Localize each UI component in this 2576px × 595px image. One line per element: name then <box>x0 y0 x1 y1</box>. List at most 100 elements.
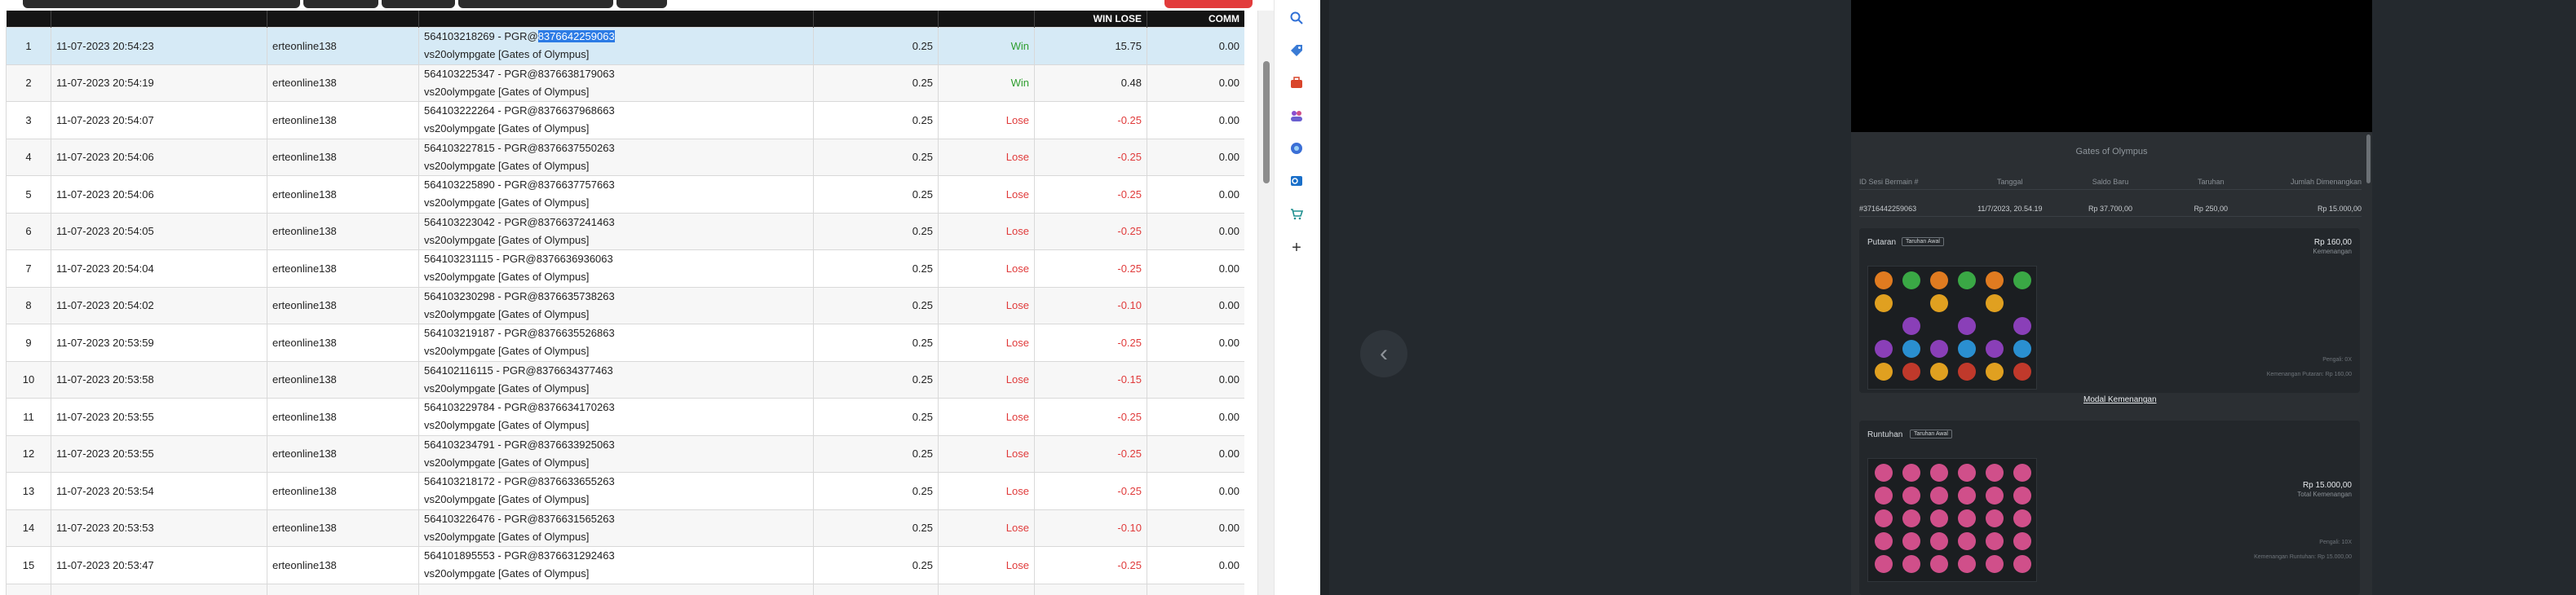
scrollbar-thumb[interactable] <box>1263 61 1270 183</box>
result-cell: Lose <box>938 138 1035 176</box>
table-row[interactable]: 14 11-07-2023 20:53:53 erteonline138 564103… <box>6 509 1244 547</box>
game-name: vs20olympgate [Gates of Olympus] <box>424 122 590 135</box>
result-cell: Lose <box>938 249 1035 288</box>
game-result-panel: Gates of Olympus ID Sesi Bermain # Tangg… <box>1851 0 2372 595</box>
table-row[interactable]: 7 11-07-2023 20:54:04 erteonline138 5641032… <box>6 249 1244 288</box>
table-row[interactable]: 5 11-07-2023 20:54:06 erteonline138 5641032… <box>6 175 1244 214</box>
table-row[interactable]: 8 11-07-2023 20:54:02 erteonline138 5641032… <box>6 286 1244 324</box>
top-toolbar-strip <box>0 0 1274 8</box>
chevron-left-icon[interactable]: ‹ <box>1360 330 1407 377</box>
table-row[interactable]: 6 11-07-2023 20:54:05 erteonline138 5641032… <box>6 212 1244 250</box>
transaction-id: 564103222264 - PGR@8376637968663 <box>424 102 808 120</box>
column-header[interactable]: COMM <box>1147 11 1244 28</box>
transaction-id-text: 564103219187 - PGR@8376635526863 <box>424 327 615 340</box>
slot-symbol-icon <box>1902 464 1920 482</box>
history-cell: Rp 15.000,00 <box>2317 205 2362 213</box>
commission-cell: 0.00 <box>1147 509 1244 547</box>
datetime-cell: 11-07-2023 20:53:54 <box>51 472 267 510</box>
row-number: 2 <box>6 64 51 102</box>
table-row[interactable]: 11 11-07-2023 20:53:55 erteonline138 564103… <box>6 398 1244 436</box>
toolbar-button[interactable] <box>303 0 378 8</box>
table-row[interactable]: 1 11-07-2023 20:54:23 erteonline138 5641032… <box>6 27 1244 65</box>
table-row[interactable]: 15 11-07-2023 20:53:47 erteonline138 564101… <box>6 546 1244 584</box>
bet-cell: 0.25 <box>813 27 939 65</box>
transaction-id: 564101895553 - PGR@8376631292463 <box>424 547 808 565</box>
transaction-id-text: 564103222264 - PGR@8376637968663 <box>424 104 615 117</box>
column-header[interactable] <box>418 11 814 28</box>
row-number: 12 <box>6 434 51 473</box>
tumble-title: Runtuhan <box>1867 430 1903 439</box>
username-cell: erteonline138 <box>267 212 419 250</box>
red-action-button[interactable] <box>1164 0 1253 8</box>
toolbar-button[interactable] <box>382 0 455 8</box>
table-row[interactable]: 2 11-07-2023 20:54:19 erteonline138 5641032… <box>6 64 1244 102</box>
slot-symbol-icon <box>1875 532 1893 550</box>
result-cell: Lose <box>938 398 1035 436</box>
transaction-id: 564103218269 - PGR@8376642259063 <box>424 28 808 46</box>
column-header[interactable] <box>267 11 419 28</box>
toolbar-button[interactable] <box>616 0 667 8</box>
game-name: vs20olympgate [Gates of Olympus] <box>424 159 590 172</box>
commission-cell: 0.00 <box>1147 212 1244 250</box>
spin-section: Putaran Taruhan Awal Rp 160,00 Kemenanga… <box>1859 228 2360 404</box>
column-header[interactable] <box>813 11 939 28</box>
table-row[interactable]: 12 11-07-2023 20:53:55 erteonline138 564103… <box>6 434 1244 473</box>
game-name: vs20olympgate [Gates of Olympus] <box>424 233 590 246</box>
panel-scrollbar[interactable] <box>2366 134 2371 183</box>
column-header[interactable] <box>51 11 267 28</box>
history-header-cell: Saldo Baru <box>2092 178 2129 186</box>
history-header-cell: Taruhan <box>2197 178 2225 186</box>
briefcase-icon[interactable] <box>1287 73 1306 93</box>
result-cell: Lose <box>938 286 1035 324</box>
toolbar-button[interactable] <box>23 0 300 8</box>
slot-symbol-icon <box>1986 271 2004 289</box>
slot-symbol-icon <box>1930 294 1948 312</box>
round-history-header: ID Sesi Bermain # Tanggal Saldo Baru Tar… <box>1859 174 2362 190</box>
slot-symbol-icon <box>1930 340 1948 358</box>
game-name: vs20olympgate [Gates of Olympus] <box>424 196 590 209</box>
outlook-icon[interactable] <box>1287 171 1306 191</box>
vertical-scrollbar[interactable] <box>1257 11 1274 595</box>
table-row[interactable]: 3 11-07-2023 20:54:07 erteonline138 5641032… <box>6 101 1244 139</box>
transaction-id: 564103227815 - PGR@8376637550263 <box>424 139 808 157</box>
tumble-multiplier-note: Pengali: 10X <box>2319 540 2352 545</box>
row-number: 6 <box>6 212 51 250</box>
slot-symbol-icon <box>1958 340 1976 358</box>
slot-symbol-icon <box>1902 271 1920 289</box>
table-row[interactable]: 10 11-07-2023 20:53:58 erteonline138 564102… <box>6 360 1244 399</box>
winlose-cell: -0.10 <box>1034 286 1147 324</box>
description-cell: 564103222264 - PGR@8376637968663 vs20olym… <box>418 101 814 139</box>
spin-amount: Rp 160,00 <box>2313 238 2352 247</box>
transaction-id-text: 564103226476 - PGR@8376631565263 <box>424 512 615 525</box>
username-cell: erteonline138 <box>267 175 419 214</box>
win-detail-link[interactable]: Modal Kemenangan <box>2083 395 2157 404</box>
table-row[interactable]: 9 11-07-2023 20:53:59 erteonline138 5641032… <box>6 324 1244 362</box>
table-row[interactable]: 4 11-07-2023 20:54:06 erteonline138 5641032… <box>6 138 1244 176</box>
search-icon[interactable] <box>1287 8 1306 28</box>
description-cell: 564103225890 - PGR@8376637757663 vs20olym… <box>418 175 814 214</box>
toolbar-button[interactable] <box>458 0 613 8</box>
table-row[interactable]: 564101896208 - PGR@8376630971263 <box>6 583 1244 595</box>
username-cell: erteonline138 <box>267 286 419 324</box>
game-title: Gates of Olympus <box>2075 147 2148 156</box>
slot-symbol-icon <box>1986 532 2004 550</box>
slot-symbol-icon <box>1986 340 2004 358</box>
username-cell: erteonline138 <box>267 138 419 176</box>
column-header[interactable]: WIN LOSE <box>1034 11 1147 28</box>
shopping-icon[interactable] <box>1287 204 1306 223</box>
datetime-cell: 11-07-2023 20:54:07 <box>51 101 267 139</box>
transaction-id: 564103225347 - PGR@8376638179063 <box>424 65 808 83</box>
history-cell: Rp 250,00 <box>2194 205 2228 213</box>
round-history-row[interactable]: #3716442259063 11/7/2023, 20.54.19 Rp 37… <box>1859 201 2362 217</box>
column-header[interactable] <box>938 11 1035 28</box>
copilot-icon[interactable] <box>1287 139 1306 158</box>
bet-cell: 0.25 <box>813 249 939 288</box>
table-row[interactable]: 13 11-07-2023 20:53:54 erteonline138 564103… <box>6 472 1244 510</box>
add-icon[interactable]: + <box>1287 238 1306 258</box>
people-icon[interactable] <box>1287 106 1306 126</box>
spin-win-note: Kemenangan Putaran: Rp 160,00 <box>2266 372 2352 377</box>
tag-icon[interactable] <box>1287 41 1306 60</box>
result-cell: Lose <box>938 212 1035 250</box>
column-header[interactable] <box>6 11 51 28</box>
slot-symbol-icon <box>1875 555 1893 573</box>
